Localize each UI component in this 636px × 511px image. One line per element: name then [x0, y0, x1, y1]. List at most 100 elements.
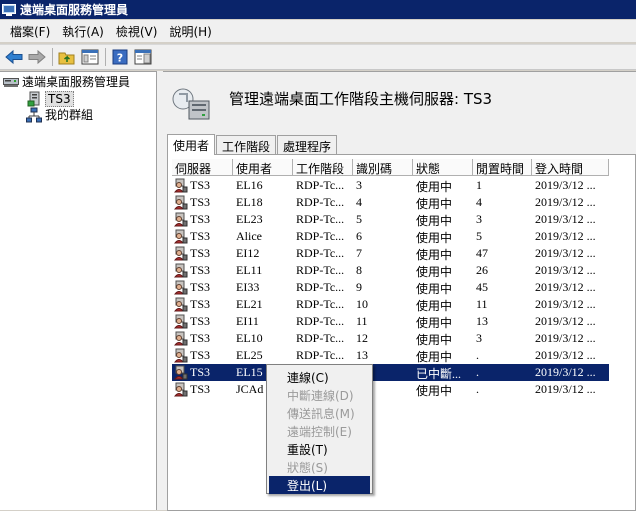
cell-server-text: TS3 — [190, 314, 211, 328]
cell-logon-time: 2019/3/12 ... — [532, 330, 609, 347]
show-hide-tree-button[interactable] — [79, 46, 101, 68]
column-header-user[interactable]: 使用者 — [233, 159, 293, 176]
cell-id: 9 — [353, 279, 413, 296]
cell-session-text: RDP-Tc... — [296, 212, 345, 226]
cell-server-text: TS3 — [190, 195, 211, 209]
cell-session: RDP-Tc... — [293, 228, 353, 245]
forward-button[interactable] — [26, 46, 48, 68]
table-row[interactable]: TS3 EL16 RDP-Tc... 3 使用中 1 2019/3/12 ... — [172, 177, 609, 194]
page-title: 管理遠端桌面工作階段主機伺服器: TS3 — [229, 90, 493, 108]
cell-id-text: 11 — [356, 314, 368, 328]
cell-logon-time: 2019/3/12 ... — [532, 313, 609, 330]
cell-id: 8 — [353, 262, 413, 279]
column-header-row: 伺服器 使用者 工作階段 識別碼 狀態 閒置時間 登入時間 — [172, 159, 609, 176]
menu-view[interactable]: 檢視(V) — [110, 21, 164, 42]
table-row[interactable]: TS3 EL15 已中斷.... 2019/3/12 ... — [172, 364, 609, 381]
back-button[interactable] — [3, 46, 25, 68]
user-icon — [174, 382, 188, 397]
cell-server: TS3 — [172, 296, 233, 313]
cell-server: TS3 — [172, 279, 233, 296]
cell-id: 5 — [353, 211, 413, 228]
cell-logon-time: 2019/3/12 ... — [532, 177, 609, 194]
menu-action[interactable]: 執行(A) — [56, 21, 110, 42]
user-icon — [174, 365, 188, 380]
cell-server: TS3 — [172, 381, 233, 398]
cell-server-text: TS3 — [190, 280, 211, 294]
cell-idle-time: 13 — [473, 313, 532, 330]
table-row[interactable]: TS3 EI12 RDP-Tc... 7 使用中 47 2019/3/12 ... — [172, 245, 609, 262]
tab-strip: 使用者 工作階段 處理程序 — [167, 134, 338, 155]
cell-user: EL23 — [233, 211, 293, 228]
help-button[interactable]: ? — [109, 46, 131, 68]
tree-label: 我的群組 — [45, 108, 94, 122]
cell-idle-time: 11 — [473, 296, 532, 313]
table-row[interactable]: TS3 EL21 RDP-Tc... 10 使用中 11 2019/3/12 ... — [172, 296, 609, 313]
user-icon — [174, 297, 188, 312]
cell-logon-time-text: 2019/3/12 ... — [535, 229, 596, 243]
cell-session-text: RDP-Tc... — [296, 331, 345, 345]
cell-session-text: RDP-Tc... — [296, 314, 345, 328]
cell-state-text: 使用中 — [416, 265, 453, 279]
svg-text:?: ? — [117, 52, 123, 65]
cell-id-text: 3 — [356, 178, 362, 192]
tree-item-ts3[interactable]: TS3 — [26, 90, 74, 107]
cell-idle-time: 3 — [473, 330, 532, 347]
column-header-server[interactable]: 伺服器 — [172, 159, 233, 176]
cell-server-text: TS3 — [190, 348, 211, 362]
table-row[interactable]: TS3 EI33 RDP-Tc... 9 使用中 45 2019/3/12 ... — [172, 279, 609, 296]
table-row[interactable]: TS3 EL23 RDP-Tc... 5 使用中 3 2019/3/12 ... — [172, 211, 609, 228]
up-folder-button[interactable] — [56, 46, 78, 68]
column-header-session[interactable]: 工作階段 — [293, 159, 353, 176]
cell-logon-time: 2019/3/12 ... — [532, 296, 609, 313]
tree-item-my-groups[interactable]: 我的群組 — [26, 106, 93, 123]
cell-user-text: EL21 — [236, 297, 263, 311]
cell-session-text: RDP-Tc... — [296, 229, 345, 243]
table-row[interactable]: TS3 EL11 RDP-Tc... 8 使用中 26 2019/3/12 ... — [172, 262, 609, 279]
table-row[interactable]: TS3 EL25 RDP-Tc... 13 使用中. 2019/3/12 ... — [172, 347, 609, 364]
menu-item-connect[interactable]: 連線(C) — [269, 368, 370, 386]
column-header-id[interactable]: 識別碼 — [353, 159, 413, 176]
cell-id-text: 13 — [356, 348, 368, 362]
cell-state-text: 使用中 — [416, 299, 453, 313]
column-header-idle-time[interactable]: 閒置時間 — [473, 159, 532, 176]
cell-server: TS3 — [172, 211, 233, 228]
tab-processes[interactable]: 處理程序 — [277, 135, 338, 154]
cell-user: EI12 — [233, 245, 293, 262]
column-header-logon-time[interactable]: 登入時間 — [532, 159, 609, 176]
table-row[interactable]: TS3 EL18 RDP-Tc... 4 使用中 4 2019/3/12 ... — [172, 194, 609, 211]
cell-id: 4 — [353, 194, 413, 211]
tree-item-root[interactable]: 遠端桌面服務管理員 — [3, 73, 130, 90]
column-header-state[interactable]: 狀態 — [413, 159, 473, 176]
menu-item-disconnect: 中斷連線(D) — [287, 389, 354, 403]
cell-state-text: 使用中 — [416, 282, 453, 296]
cell-state-text: 使用中 — [416, 316, 453, 330]
table-row[interactable]: TS3 EL10 RDP-Tc... 12 使用中 3 2019/3/12 ... — [172, 330, 609, 347]
folder-up-icon — [58, 52, 75, 65]
cell-id: 13 — [353, 347, 413, 364]
cell-server-text: TS3 — [190, 263, 211, 277]
tree-label: TS3 — [45, 90, 74, 107]
menu-item-status: 狀態(S) — [287, 461, 328, 475]
menu-item-send-message: 傳送訊息(M) — [287, 407, 355, 421]
menu-help[interactable]: 說明(H) — [163, 21, 217, 42]
cell-logon-time: 2019/3/12 ... — [532, 228, 609, 245]
cell-state: 使用中 — [413, 330, 473, 347]
network-group-icon — [26, 107, 42, 123]
menu-item-reset[interactable]: 重設(T) — [269, 440, 370, 458]
menu-item-logoff[interactable]: 登出(L) — [269, 476, 370, 494]
table-row[interactable]: TS3 Alice RDP-Tc... 6 使用中 5 2019/3/12 ... — [172, 228, 609, 245]
cell-logon-time: 2019/3/12 ... — [532, 262, 609, 279]
tab-users[interactable]: 使用者 — [167, 134, 216, 155]
cell-logon-time-text: 2019/3/12 ... — [535, 263, 596, 277]
table-row[interactable]: TS3 EI11 RDP-Tc... 11 使用中 13 2019/3/12 ... — [172, 313, 609, 330]
menu-file[interactable]: 檔案(F) — [4, 21, 56, 42]
table-row[interactable]: TS3 JCAd 使用中. 2019/3/12 ... — [172, 381, 609, 398]
action-pane-button[interactable] — [132, 46, 154, 68]
cell-user: Alice — [233, 228, 293, 245]
cell-session-text: RDP-Tc... — [296, 178, 345, 192]
tab-sessions[interactable]: 工作階段 — [216, 135, 277, 154]
computer-icon — [3, 74, 19, 90]
cell-state: 使用中 — [413, 262, 473, 279]
cell-session: RDP-Tc... — [293, 330, 353, 347]
toolbar-separator — [52, 48, 53, 66]
